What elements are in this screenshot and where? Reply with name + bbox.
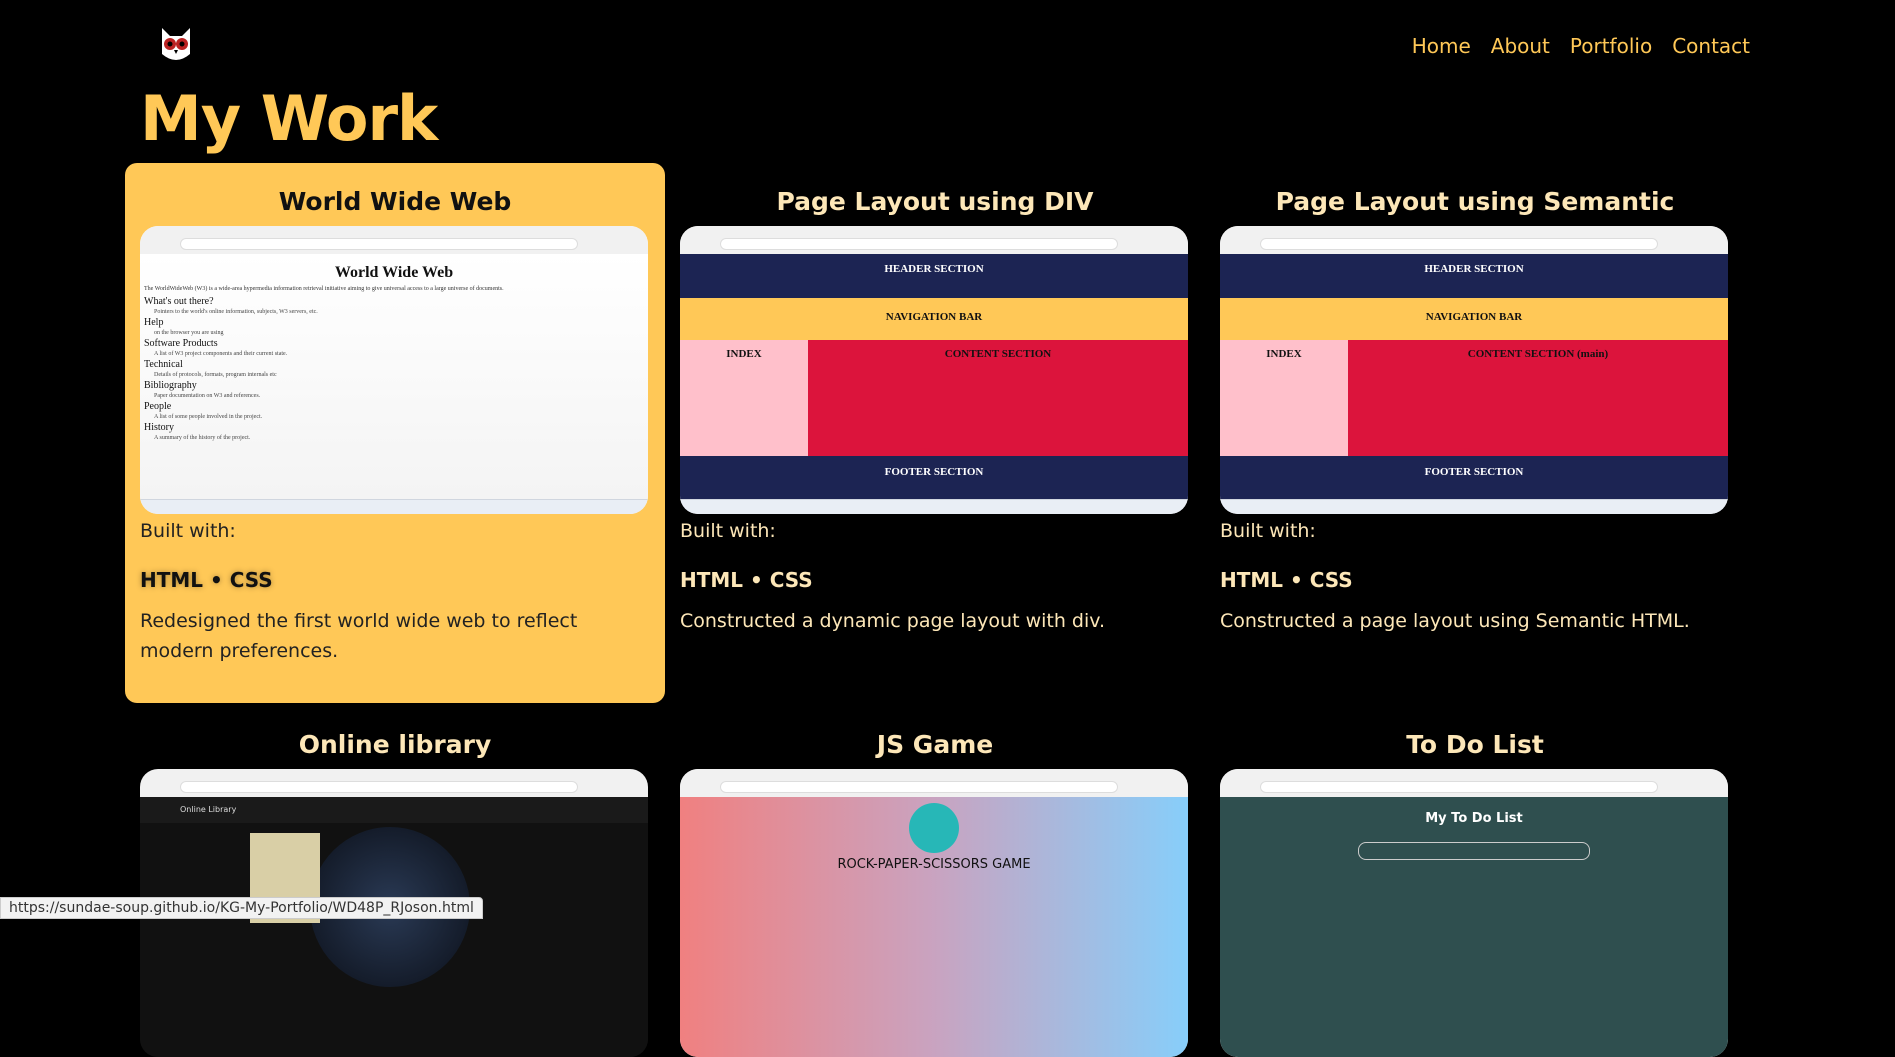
game-preview: ROCK-PAPER-SCISSORS GAME: [680, 797, 1188, 1057]
preview-sub: A list of W3 project components and thei…: [154, 351, 288, 357]
preview-sub: A list of some people involved in the pr…: [154, 414, 263, 420]
library-preview: Online Library: [140, 797, 648, 1057]
preview-nav: NAVIGATION BAR: [680, 298, 1188, 340]
page-title: My Work: [140, 82, 438, 155]
preview-header: HEADER SECTION: [680, 254, 1188, 298]
project-title: To Do List: [1406, 730, 1544, 759]
tech-stack: HTML • CSS: [1220, 568, 1353, 592]
preview-index: INDEX: [1220, 340, 1348, 456]
browser-chrome: [140, 226, 648, 255]
preview-sub: Details of protocols, formats, program i…: [154, 372, 277, 378]
preview-input: [1358, 842, 1590, 860]
preview-item: History: [144, 422, 174, 433]
preview-header: HEADER SECTION: [1220, 254, 1728, 298]
preview-content: CONTENT SECTION: [808, 340, 1188, 456]
taskbar: [140, 499, 648, 514]
preview-item: Bibliography: [144, 380, 197, 391]
browser-chrome: [140, 769, 648, 798]
built-with-label: Built with:: [680, 520, 776, 542]
preview-sub: Paper documentation on W3 and references…: [154, 393, 261, 399]
preview-sub: A summary of the history of the project.: [154, 435, 251, 441]
project-thumbnail[interactable]: My To Do List: [1220, 769, 1728, 1057]
project-card-semantic-layout[interactable]: Page Layout using Semantic HEADER SECTIO…: [1205, 163, 1745, 703]
todo-preview: My To Do List: [1220, 797, 1728, 1057]
built-with-label: Built with:: [1220, 520, 1316, 542]
preview-item: Technical: [144, 359, 183, 370]
preview-footer: FOOTER SECTION: [680, 456, 1188, 500]
project-thumbnail[interactable]: World Wide Web The WorldWideWeb (W3) is …: [140, 226, 648, 514]
preview-nav: NAVIGATION BAR: [1220, 298, 1728, 340]
browser-chrome: [1220, 769, 1728, 798]
project-title: Page Layout using Semantic: [1275, 187, 1675, 216]
preview-intro: The WorldWideWeb (W3) is a wide-area hyp…: [144, 286, 504, 292]
www-preview: World Wide Web The WorldWideWeb (W3) is …: [140, 254, 648, 500]
preview-heading: My To Do List: [1425, 811, 1523, 826]
preview-sub: on the browser you are using: [154, 330, 224, 336]
project-description: Constructed a dynamic page layout with d…: [680, 610, 1106, 632]
project-title: Page Layout using DIV: [776, 187, 1094, 216]
project-title: World Wide Web: [278, 187, 512, 216]
project-description: Redesigned the first world wide web to r…: [140, 610, 578, 662]
project-thumbnail[interactable]: HEADER SECTION NAVIGATION BAR INDEX CONT…: [1220, 226, 1728, 514]
browser-chrome: [680, 769, 1188, 798]
project-card-div-layout[interactable]: Page Layout using DIV HEADER SECTION NAV…: [665, 163, 1205, 703]
project-card-js-game[interactable]: JS Game ROCK-PAPER-SCISSORS GAME: [665, 730, 1205, 1057]
tech-stack: HTML • CSS: [680, 568, 813, 592]
nav-about[interactable]: About: [1491, 34, 1550, 58]
layout-preview: HEADER SECTION NAVIGATION BAR INDEX CONT…: [680, 254, 1188, 500]
nav-portfolio[interactable]: Portfolio: [1570, 34, 1652, 58]
main-nav: Home About Portfolio Contact: [1412, 34, 1750, 58]
project-thumbnail[interactable]: ROCK-PAPER-SCISSORS GAME: [680, 769, 1188, 1057]
taskbar: [680, 499, 1188, 514]
browser-chrome: [1220, 226, 1728, 255]
taskbar: [1220, 499, 1728, 514]
project-card-world-wide-web[interactable]: World Wide Web World Wide Web The WorldW…: [125, 163, 665, 703]
preview-item: Software Products: [144, 338, 218, 349]
preview-heading: ROCK-PAPER-SCISSORS GAME: [837, 857, 1031, 872]
preview-index: INDEX: [680, 340, 808, 456]
preview-heading: World Wide Web: [334, 264, 454, 281]
preview-sub: Pointers to the world's online informati…: [154, 309, 318, 315]
nav-contact[interactable]: Contact: [1672, 34, 1750, 58]
project-description: Constructed a page layout using Semantic…: [1220, 610, 1690, 632]
nav-home[interactable]: Home: [1412, 34, 1471, 58]
preview-item: Help: [144, 317, 164, 328]
preview-content: CONTENT SECTION (main): [1348, 340, 1728, 456]
tech-stack: HTML • CSS: [140, 568, 273, 592]
browser-chrome: [680, 226, 1188, 255]
owl-logo-icon[interactable]: [158, 26, 194, 66]
hand-icon: [909, 803, 959, 853]
preview-item: What's out there?: [144, 296, 214, 307]
preview-footer: FOOTER SECTION: [1220, 456, 1728, 500]
status-bar-url: https://sundae-soup.github.io/KG-My-Port…: [0, 897, 483, 919]
project-title: Online library: [298, 730, 492, 759]
project-thumbnail[interactable]: HEADER SECTION NAVIGATION BAR INDEX CONT…: [680, 226, 1188, 514]
layout-preview: HEADER SECTION NAVIGATION BAR INDEX CONT…: [1220, 254, 1728, 500]
preview-item: People: [144, 401, 172, 412]
project-card-todo-list[interactable]: To Do List My To Do List: [1205, 730, 1745, 1057]
built-with-label: Built with:: [140, 520, 236, 542]
project-title: JS Game: [876, 730, 994, 759]
preview-brand: Online Library: [140, 797, 648, 823]
